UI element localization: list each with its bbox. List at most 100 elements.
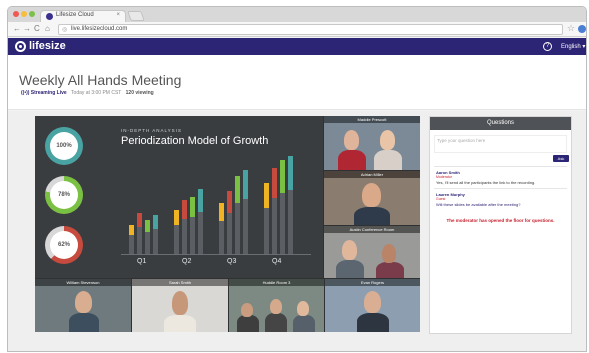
- participant-tile[interactable]: Sarah Smith: [132, 279, 228, 332]
- chart-bar-base: [243, 199, 248, 254]
- event-header: Weekly All Hands Meeting ((•)) Streaming…: [8, 55, 586, 110]
- chart-bar-q2-3: [198, 189, 203, 254]
- quarter-label-q1: Q1: [137, 258, 147, 265]
- participant-name: Huddle Room 3: [229, 279, 324, 286]
- quarter-label-q3: Q3: [227, 258, 237, 265]
- participant-name: Sarah Smith: [132, 279, 228, 286]
- gauge-78: 78%: [45, 176, 83, 214]
- live-video-stream[interactable]: 100% 78% 62% IN-DEPTH ANALYSIS Periodiza…: [35, 116, 420, 332]
- divider: [434, 166, 567, 167]
- home-icon[interactable]: ⌂: [45, 24, 50, 34]
- gauge-62: 62%: [45, 226, 83, 264]
- question-author-role: Guest: [436, 197, 446, 201]
- participant-name: Austin Conference Room: [324, 226, 420, 233]
- new-tab-button[interactable]: [127, 11, 145, 21]
- chart-bar-base: [235, 203, 240, 254]
- lifesize-logo-icon: [15, 41, 26, 52]
- chart-bar-q1-3: [153, 215, 158, 254]
- chart-bar-cap: [235, 176, 240, 203]
- chart-bar-cap: [219, 203, 224, 221]
- maximize-window-icon[interactable]: [29, 11, 35, 17]
- chart-bar-q2-0: [174, 210, 179, 254]
- participant-name: Maddie Prescott: [324, 116, 420, 123]
- chart-bar-cap: [129, 225, 134, 235]
- chart-bar-cap: [198, 189, 203, 212]
- tab-title: Lifesize Cloud: [56, 12, 94, 18]
- tab-strip: Lifesize Cloud ×: [8, 7, 586, 22]
- close-window-icon[interactable]: [13, 11, 19, 17]
- gauge-label: 100%: [56, 143, 72, 149]
- chart-bar-cap: [174, 210, 179, 225]
- chart-bar-cap: [182, 200, 187, 219]
- chart-bar-q2-2: [190, 197, 195, 254]
- chart-bar-base: [219, 221, 224, 254]
- gauge-100: 100%: [45, 127, 83, 165]
- chart-bar-q1-1: [137, 213, 142, 254]
- lifesize-favicon-icon: [46, 13, 53, 20]
- browser-tab[interactable]: Lifesize Cloud ×: [40, 10, 126, 22]
- language-selector[interactable]: English ▾: [561, 43, 585, 50]
- growth-bar-chart: [121, 156, 311, 254]
- ask-button[interactable]: Ask: [553, 155, 569, 162]
- participant-tile[interactable]: Evan Rogers: [325, 279, 420, 332]
- help-icon[interactable]: ?: [543, 42, 552, 51]
- presentation-slide: 100% 78% 62% IN-DEPTH ANALYSIS Periodiza…: [35, 116, 323, 278]
- moderator-notice: The moderator has opened the floor for q…: [446, 218, 555, 223]
- browser-toolbar: ← → C ⌂ ◎ live.lifesizecloud.com ☆: [8, 22, 586, 37]
- chart-bar-base: [174, 225, 179, 254]
- chart-bar-base: [129, 235, 134, 254]
- chart-bar-base: [264, 208, 269, 254]
- chart-bar-cap: [137, 213, 142, 227]
- chart-bar-cap: [280, 160, 285, 193]
- question-input[interactable]: Type your question here: [434, 135, 567, 153]
- quarter-label-q4: Q4: [272, 258, 282, 265]
- tab-close-icon[interactable]: ×: [116, 12, 120, 18]
- chart-bar-q4-0: [264, 183, 269, 254]
- bookmark-star-icon[interactable]: ☆: [567, 23, 575, 34]
- participant-name: Evan Rogers: [325, 279, 420, 286]
- participant-tile[interactable]: Maddie Prescott: [324, 116, 420, 170]
- participant-tile[interactable]: William Stevenson: [35, 279, 131, 332]
- participant-tile[interactable]: Adrian Miller: [324, 171, 420, 225]
- chart-bar-base: [227, 213, 232, 254]
- participant-tile[interactable]: Huddle Room 3: [229, 279, 324, 332]
- chart-bar-q4-3: [288, 156, 293, 254]
- browser-window: Lifesize Cloud × ← → C ⌂ ◎ live.lifesize…: [7, 6, 587, 352]
- questions-header: Questions: [430, 117, 571, 130]
- question-author-role: Moderator: [436, 175, 452, 179]
- url-text[interactable]: live.lifesizecloud.com: [71, 26, 127, 32]
- question-text: Will these slides be available after the…: [436, 202, 521, 207]
- chart-bar-cap: [190, 197, 195, 217]
- divider: [434, 188, 567, 189]
- chart-bar-base: [137, 227, 142, 254]
- chart-bar-q1-2: [145, 220, 150, 254]
- chart-bar-q3-1: [227, 191, 232, 254]
- chart-bar-q4-1: [272, 168, 277, 254]
- chart-bar-cap: [272, 168, 277, 198]
- site-info-icon[interactable]: ◎: [62, 26, 67, 33]
- lifesize-logo: lifesize: [29, 40, 66, 52]
- minimize-window-icon[interactable]: [21, 11, 27, 17]
- streaming-live-badge: ((•)) Streaming Live: [21, 90, 67, 96]
- chart-bar-base: [198, 212, 203, 254]
- chart-bar-base: [145, 232, 150, 254]
- stream-status: ((•)) Streaming Live Today at 3:00 PM CS…: [21, 90, 154, 96]
- chart-bar-q3-3: [243, 170, 248, 254]
- extension-icon[interactable]: [578, 25, 586, 33]
- app-header-bar: lifesize ? English ▾: [8, 38, 586, 55]
- quarter-label-q2: Q2: [182, 258, 192, 265]
- slide-title: Periodization Model of Growth: [121, 135, 269, 147]
- chart-bar-cap: [145, 220, 150, 232]
- slide-kicker: IN-DEPTH ANALYSIS: [121, 128, 182, 133]
- back-arrow-icon[interactable]: ←: [13, 24, 21, 34]
- gauge-label: 62%: [57, 242, 70, 248]
- chart-bar-cap: [153, 215, 158, 229]
- participant-tile[interactable]: Austin Conference Room: [324, 226, 420, 278]
- address-bar[interactable]: ◎ live.lifesizecloud.com: [58, 24, 563, 35]
- reload-icon[interactable]: C: [34, 24, 40, 34]
- chart-bar-q3-2: [235, 176, 240, 254]
- chart-bar-base: [182, 219, 187, 254]
- forward-arrow-icon[interactable]: →: [23, 24, 31, 34]
- question-text: Yes, I'll send all the participants the …: [436, 180, 536, 185]
- participant-name: Adrian Miller: [324, 171, 420, 178]
